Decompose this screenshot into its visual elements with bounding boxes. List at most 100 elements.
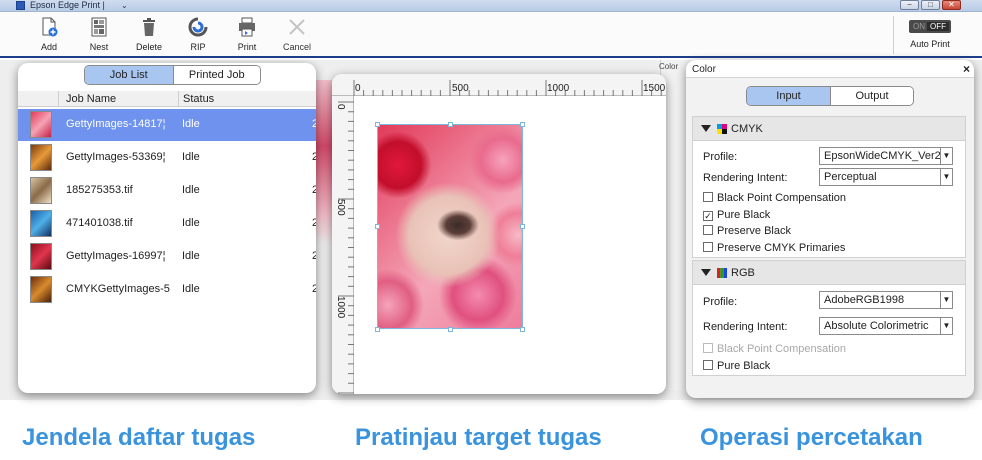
column-job-name[interactable]: Job Name bbox=[66, 91, 116, 107]
minimize-button[interactable]: − bbox=[900, 0, 919, 10]
job-row[interactable]: 471401038.tif Idle 2 bbox=[18, 208, 316, 240]
cmyk-section: CMYK Profile: EpsonWideCMYK_Ver2 ▼ Rende… bbox=[692, 116, 966, 258]
job-preview-image[interactable] bbox=[377, 124, 523, 329]
job-name: 185275353.tif bbox=[66, 184, 133, 196]
collapse-triangle-icon[interactable] bbox=[701, 125, 711, 132]
job-thumbnail bbox=[30, 144, 52, 171]
cancel-x-icon bbox=[289, 19, 305, 35]
job-extra-column: 2 bbox=[312, 184, 316, 196]
resize-handle[interactable] bbox=[448, 122, 453, 127]
checkbox-box[interactable] bbox=[703, 241, 713, 252]
collapse-triangle-icon[interactable] bbox=[701, 269, 711, 276]
background-color-label: Color bbox=[659, 62, 679, 71]
chevron-down-icon: ▼ bbox=[940, 292, 952, 308]
job-name: CMYKGettyImages-5 bbox=[66, 283, 170, 295]
resize-handle[interactable] bbox=[520, 327, 525, 332]
delete-button[interactable]: Delete bbox=[127, 16, 171, 52]
ruler-v-ticks bbox=[338, 101, 354, 394]
checkbox-box[interactable] bbox=[703, 359, 713, 370]
job-list-panel: Job List Printed Job Job Name Status Get… bbox=[18, 63, 316, 393]
rgb-intent-select[interactable]: Absolute Colorimetric ▼ bbox=[819, 317, 953, 335]
window-title: Epson Edge Print | bbox=[30, 0, 105, 10]
ruler-h-label: 1500 bbox=[643, 83, 666, 94]
cancel-button[interactable]: Cancel bbox=[275, 16, 319, 52]
auto-print-toggle[interactable]: ON OFF Auto Print bbox=[900, 20, 960, 49]
ruler-h-label: 1000 bbox=[547, 83, 570, 94]
job-name: GettyImages-53369¦ bbox=[66, 151, 166, 163]
option-label: Preserve CMYK Primaries bbox=[717, 241, 846, 254]
ruler-v-label: 1000 bbox=[335, 296, 346, 319]
option-checkbox[interactable]: ✓ Pure Black bbox=[703, 209, 770, 221]
option-label: Pure Black bbox=[717, 208, 771, 221]
job-extra-column: 2 bbox=[312, 118, 316, 130]
option-checkbox[interactable]: Black Point Compensation bbox=[703, 192, 846, 204]
ruler-v-label: 0 bbox=[335, 104, 346, 110]
option-checkbox[interactable]: Preserve CMYK Primaries bbox=[703, 241, 846, 254]
cmyk-section-header[interactable]: CMYK bbox=[693, 117, 965, 141]
nest-button[interactable]: Nest bbox=[77, 16, 121, 52]
checkmark-icon[interactable]: ✓ bbox=[703, 210, 713, 221]
resize-handle[interactable] bbox=[448, 327, 453, 332]
rip-label: RIP bbox=[190, 42, 206, 52]
title-dropdown-icon[interactable]: ⌄ bbox=[121, 0, 128, 11]
resize-handle[interactable] bbox=[520, 224, 525, 229]
auto-print-switch[interactable]: ON OFF bbox=[909, 20, 951, 33]
job-row[interactable]: 185275353.tif Idle 2 bbox=[18, 175, 316, 207]
job-row[interactable]: GettyImages-16997¦ Idle 2 bbox=[18, 241, 316, 273]
rgb-section: RGB Profile: AdobeRGB1998 ▼ Rendering In… bbox=[692, 260, 966, 376]
print-label: Print bbox=[237, 42, 257, 52]
print-button[interactable]: Print bbox=[225, 16, 269, 52]
tab-printed-job[interactable]: Printed Job bbox=[172, 66, 260, 84]
ruler-h-ticks bbox=[353, 80, 662, 96]
tab-job-list[interactable]: Job List bbox=[85, 66, 173, 84]
checkbox-box[interactable] bbox=[703, 225, 713, 235]
job-row[interactable]: CMYKGettyImages-5 Idle 2 bbox=[18, 274, 316, 306]
option-checkbox[interactable]: Preserve Black bbox=[703, 225, 791, 237]
add-button[interactable]: Add bbox=[27, 16, 71, 52]
job-name: GettyImages-14817¦ bbox=[66, 118, 166, 130]
cmyk-intent-select[interactable]: Perceptual ▼ bbox=[819, 168, 953, 186]
maximize-button[interactable]: □ bbox=[921, 0, 940, 10]
resize-handle[interactable] bbox=[520, 122, 525, 127]
close-window-button[interactable]: ✕ bbox=[942, 0, 961, 10]
column-status[interactable]: Status bbox=[178, 91, 214, 107]
ruler-v-label: 500 bbox=[335, 199, 346, 216]
job-thumbnail bbox=[30, 111, 52, 138]
rgb-profile-select[interactable]: AdobeRGB1998 ▼ bbox=[819, 291, 953, 309]
preview-canvas[interactable] bbox=[354, 96, 666, 394]
cmyk-profile-select[interactable]: EpsonWideCMYK_Ver2 ▼ bbox=[819, 147, 953, 165]
job-status: Idle bbox=[182, 151, 200, 163]
rgb-intent-label: Rendering Intent: bbox=[703, 321, 788, 333]
nest-label: Nest bbox=[89, 42, 109, 52]
job-row[interactable]: GettyImages-14817¦ Idle 2 bbox=[18, 109, 316, 141]
chevron-down-icon: ▼ bbox=[940, 148, 952, 164]
option-label: Preserve Black bbox=[717, 225, 791, 237]
job-name: 471401038.tif bbox=[66, 217, 133, 229]
cmyk-swatch-icon bbox=[717, 124, 727, 134]
job-list-tabs: Job List Printed Job bbox=[84, 65, 261, 85]
option-label: Black Point Compensation bbox=[717, 192, 847, 204]
close-icon[interactable]: × bbox=[963, 62, 970, 76]
color-settings-panel: Color × Input Output CMYK Profile: Epson… bbox=[686, 60, 974, 398]
delete-label: Delete bbox=[135, 42, 162, 52]
job-extra-column: 2 bbox=[312, 283, 316, 295]
rgb-section-header[interactable]: RGB bbox=[693, 261, 965, 285]
job-thumbnail bbox=[30, 243, 52, 270]
toggle-off-label: OFF bbox=[927, 22, 949, 31]
cancel-label: Cancel bbox=[282, 42, 311, 52]
cmyk-profile-label: Profile: bbox=[703, 151, 738, 163]
title-bar: Epson Edge Print | ⌄ − □ ✕ bbox=[0, 0, 982, 12]
resize-handle[interactable] bbox=[375, 327, 380, 332]
add-file-icon bbox=[42, 17, 58, 37]
resize-handle[interactable] bbox=[375, 122, 380, 127]
tab-output[interactable]: Output bbox=[830, 87, 913, 105]
toolbar-separator bbox=[893, 16, 894, 54]
rip-button[interactable]: RIP bbox=[176, 16, 220, 52]
option-checkbox[interactable]: Pure Black bbox=[703, 359, 770, 372]
tab-input[interactable]: Input bbox=[747, 87, 830, 105]
checkbox-box[interactable] bbox=[703, 192, 713, 202]
job-row[interactable]: GettyImages-53369¦ Idle 2 bbox=[18, 142, 316, 174]
job-status: Idle bbox=[182, 184, 200, 196]
resize-handle[interactable] bbox=[375, 224, 380, 229]
color-tabs: Input Output bbox=[746, 86, 914, 106]
